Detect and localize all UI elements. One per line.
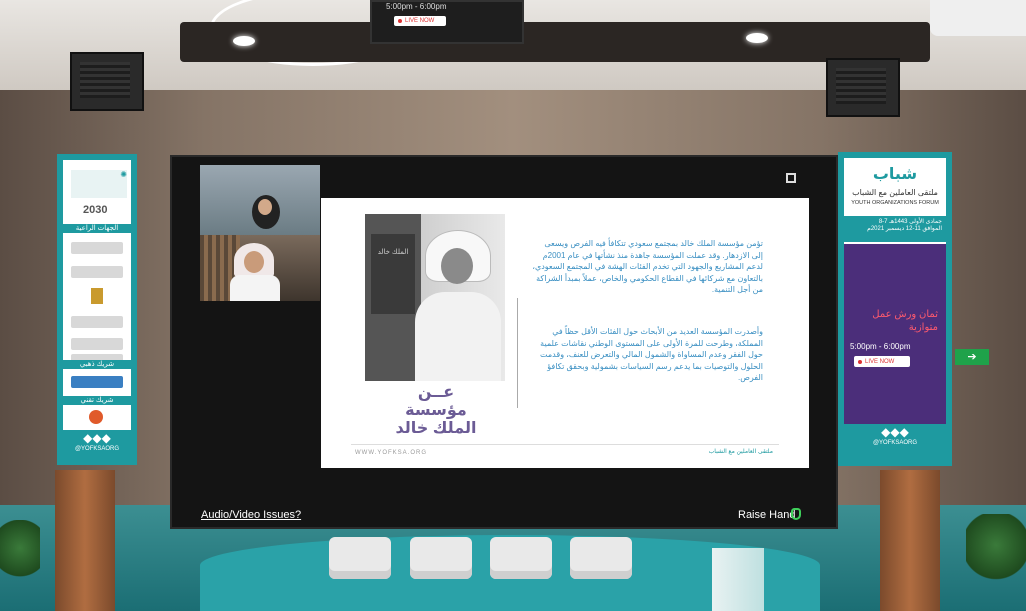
stage-chair (490, 537, 552, 579)
slide-heading: عــن مؤسسة الملك خالد (395, 384, 477, 437)
sponsor-logo (71, 266, 123, 278)
top-live-badge: LIVE NOW (394, 16, 446, 26)
column-right (880, 470, 940, 611)
sponsor-logo (71, 316, 123, 328)
slide-paragraph-1: تؤمن مؤسسة الملك خالد بمجتمع سعودي تتكاف… (532, 239, 763, 294)
forum-title-ar: ملتقى العاملين مع الشباب (852, 188, 938, 197)
slide-footer-rule (351, 444, 779, 445)
live-dot-icon (398, 19, 402, 23)
video-feed-participant-1[interactable] (200, 165, 320, 235)
participant-2-face (244, 251, 264, 273)
book-cover: الملك خالد (371, 234, 415, 314)
king-khalid-photo: الملك خالد (365, 214, 505, 381)
top-screen: 5:00pm - 6:00pm LIVE NOW (370, 0, 524, 44)
ceiling-light (233, 36, 255, 46)
stage-chair (329, 537, 391, 579)
exit-arrow-icon: ➔ (967, 351, 977, 363)
plant-left (0, 520, 40, 590)
left-banner-footer: ◆◆◆ @YOFKSAORG (63, 430, 131, 465)
audio-video-issues-link[interactable]: Audio/Video Issues? (201, 509, 301, 521)
presentation-slide: الملك خالد عــن مؤسسة الملك خالد تؤمن مؤ… (321, 198, 809, 468)
portrait-robe (415, 292, 501, 381)
speaker-right (826, 58, 900, 117)
slide-paragraph-2: وأصدرت المؤسسة العديد من الأبحاث حول الف… (540, 327, 763, 382)
left-banner-section3: شريك تقني (63, 396, 131, 405)
tech-partner-logo (89, 410, 103, 424)
video-feed-participant-2[interactable] (200, 235, 320, 301)
portrait-face (441, 248, 473, 284)
stage-chair (410, 537, 472, 579)
right-banner: شباب ملتقى العاملين مع الشباب YOUTH ORGA… (838, 152, 952, 466)
diamond-pattern: ◆◆◆ (83, 431, 111, 445)
hrsd-logo: ✺ (71, 170, 127, 198)
column-left (55, 470, 115, 611)
stage-chair (570, 537, 632, 579)
hand-icon[interactable] (791, 508, 801, 520)
sponsor-logo (71, 338, 123, 350)
ceiling-panel (180, 22, 930, 62)
left-banner-section2: شريك ذهبي (63, 360, 131, 369)
top-right-panel (930, 0, 1026, 36)
sponsor-logo (91, 288, 103, 304)
shabab-logo: شباب (872, 166, 918, 183)
fullscreen-icon[interactable] (786, 173, 796, 183)
exit-sign: ➔ (955, 349, 989, 365)
participant-2-body (230, 275, 280, 301)
gold-partner-logo (71, 376, 123, 388)
session-time: 5:00pm - 6:00pm (850, 342, 911, 351)
participant-1-face (258, 199, 272, 215)
podium (712, 548, 764, 611)
speaker-left (70, 52, 144, 111)
diamond-pattern: ◆◆◆ (881, 425, 909, 439)
right-banner-footer: ◆◆◆ @YOFKSAORG (844, 424, 946, 460)
session-panel: ثمان ورش عمل متوازية 5:00pm - 6:00pm LIV… (844, 244, 946, 424)
ceiling-light (746, 33, 768, 43)
vision-2030-logo: 2030 (83, 204, 108, 216)
left-social-handle: @YOFKSAORG (74, 446, 120, 452)
top-screen-time: 5:00pm - 6:00pm (386, 2, 447, 11)
sponsor-logo (71, 242, 123, 254)
slide-footer-logo: ملتقى العاملين مع الشباب (708, 449, 773, 455)
left-banner-section1: الجهات الراعية (63, 224, 131, 233)
raise-hand-button[interactable]: Raise Hand (738, 509, 795, 521)
slide-footer-url: WWW.YOFKSA.ORG (355, 450, 427, 456)
live-dot-icon (858, 359, 862, 364)
slide-divider (517, 298, 518, 408)
left-banner: ✺ 2030 الجهات الراعية شريك ذهبي شريك تقن… (57, 154, 137, 465)
session-title: ثمان ورش عمل متوازية (872, 309, 938, 333)
forum-title-en: YOUTH ORGANIZATIONS FORUM (851, 200, 939, 206)
session-live-badge: LIVE NOW (854, 356, 910, 367)
right-social-handle: @YOFKSAORG (872, 440, 918, 446)
forum-dates: 8-7 جمادى الأولى 1443هـ الموافق 11-12 دي… (844, 216, 946, 242)
plant-right (966, 514, 1026, 592)
